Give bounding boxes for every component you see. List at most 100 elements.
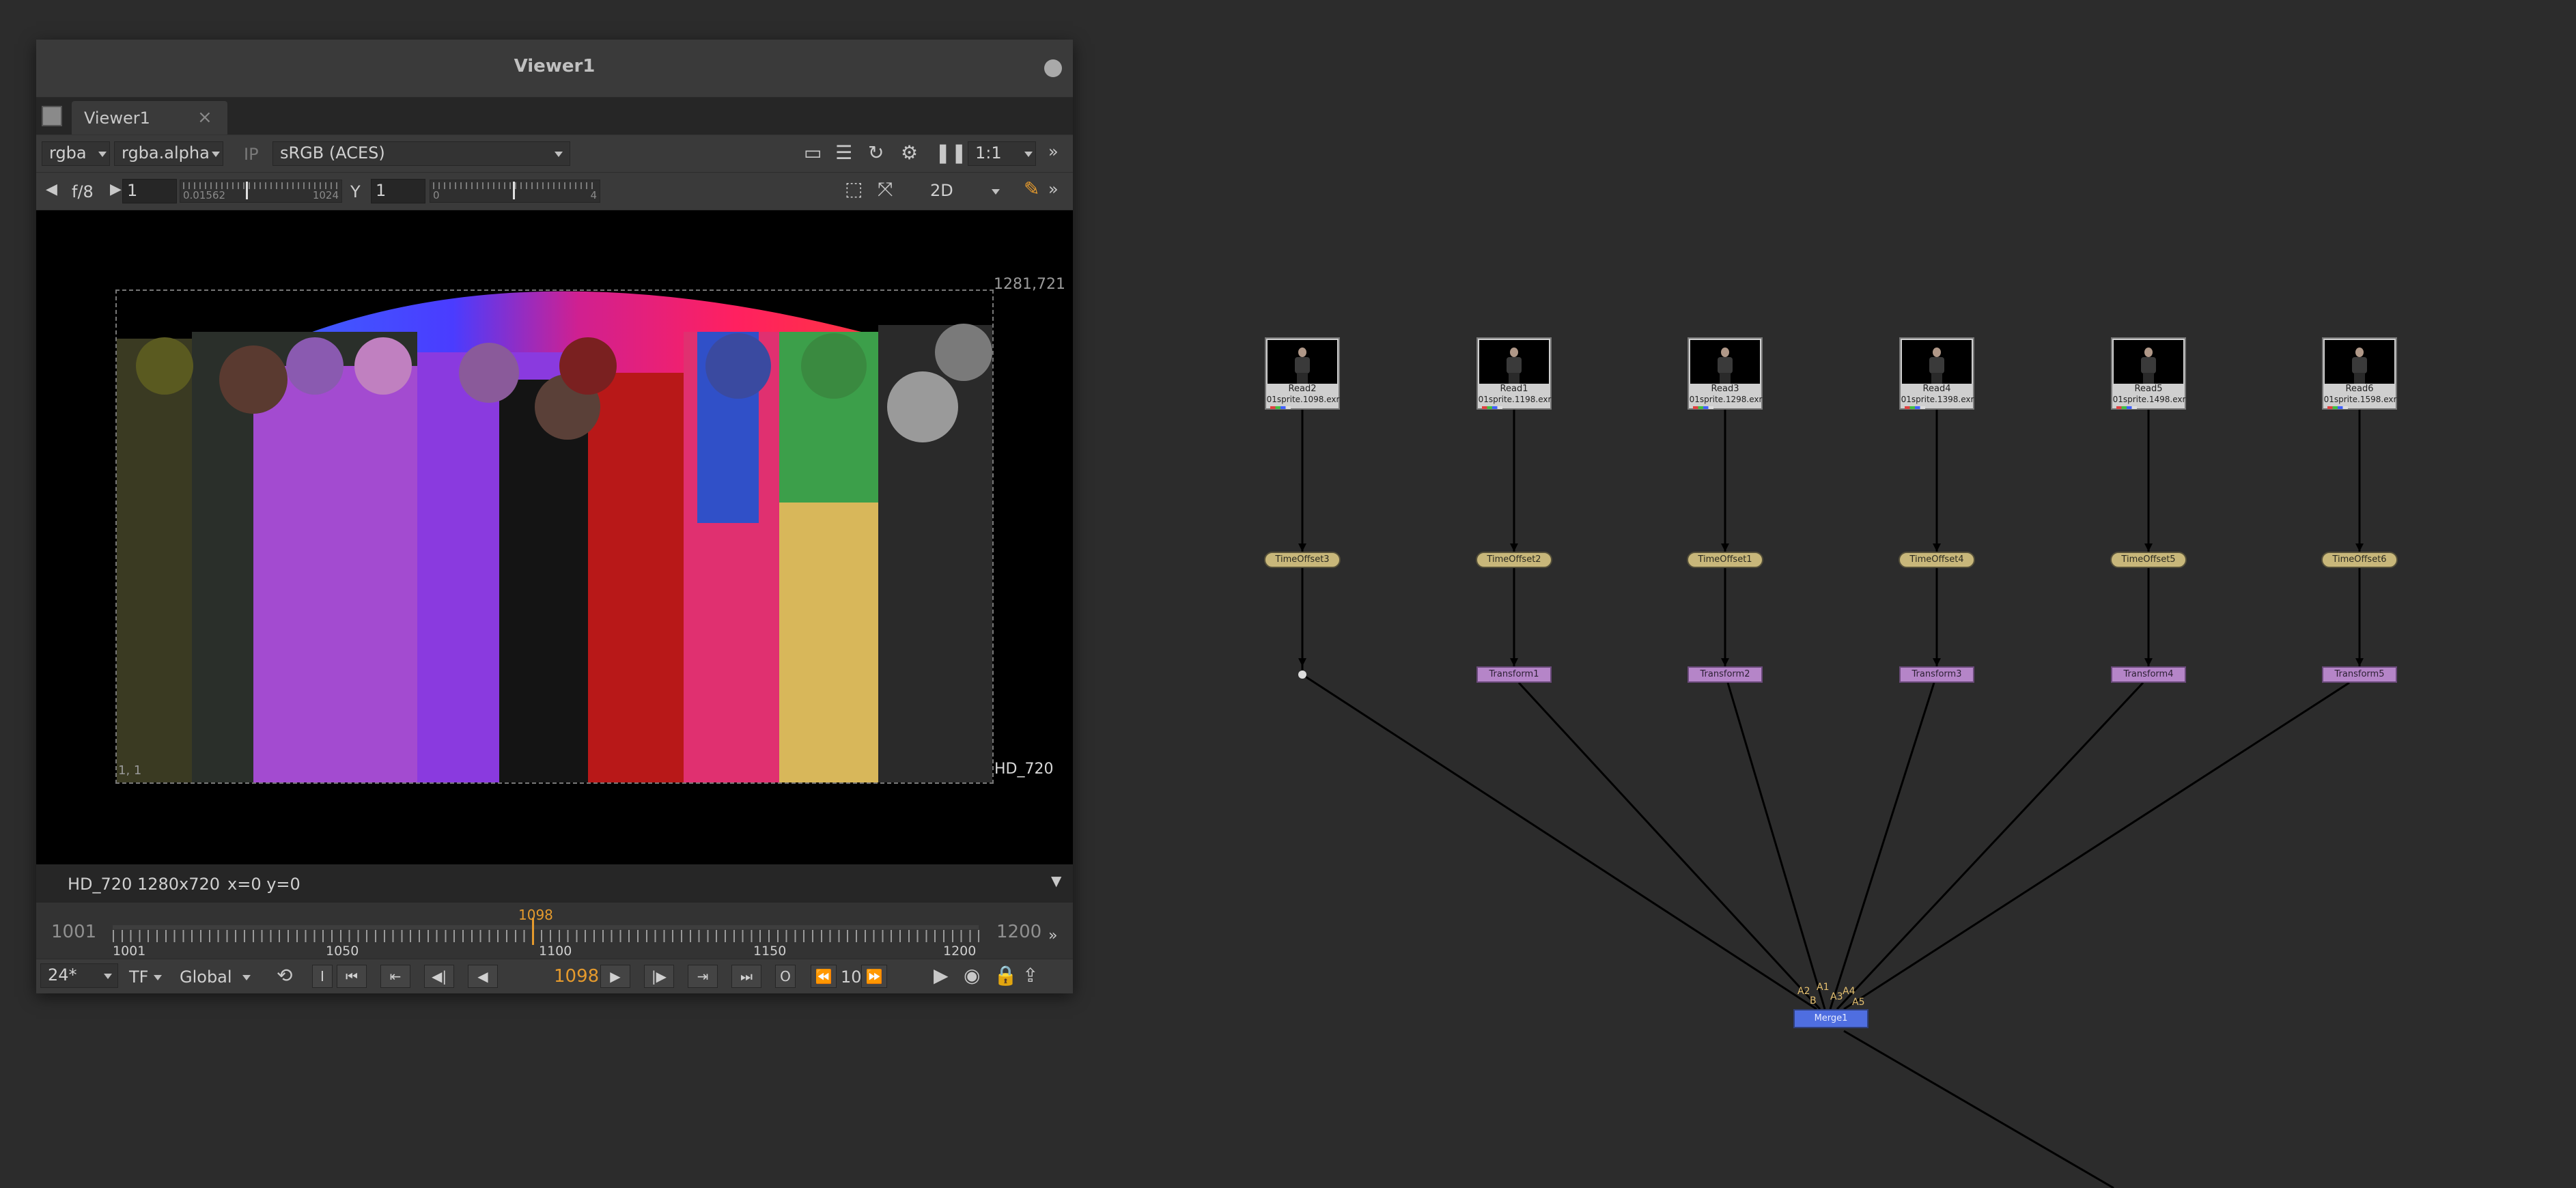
read-node-read5[interactable]: Read5 01sprite.1498.exr bbox=[2111, 337, 2186, 410]
channel-indicator bbox=[2116, 406, 2137, 409]
node-file: 01sprite.1198.exr bbox=[1478, 395, 1552, 404]
timeoffset-node[interactable]: TimeOffset4 bbox=[1899, 552, 1975, 568]
play-forward-button[interactable]: ▶ bbox=[600, 965, 630, 988]
close-icon[interactable] bbox=[1044, 59, 1062, 77]
timeoffset-node[interactable]: TimeOffset1 bbox=[1687, 552, 1763, 568]
transform-node[interactable]: Transform5 bbox=[2322, 666, 2397, 683]
step-forward-button[interactable]: |▶ bbox=[644, 965, 674, 988]
read-node-read3[interactable]: Read3 01sprite.1298.exr bbox=[1688, 337, 1763, 410]
dot-node[interactable] bbox=[1298, 670, 1306, 679]
paint-brush-icon[interactable]: ✎ bbox=[1024, 180, 1039, 199]
viewer-titlebar[interactable]: Viewer1 bbox=[36, 40, 1073, 98]
gain-slider[interactable]: 0.01562 1024 bbox=[180, 180, 342, 203]
play-backward-button[interactable]: ◀ bbox=[468, 965, 498, 988]
flipbook-icon[interactable]: ▶ bbox=[934, 966, 949, 985]
loop-mode-icon[interactable]: ⟲ bbox=[277, 966, 292, 985]
roi-icon[interactable]: ⬚ bbox=[845, 180, 863, 199]
format-info: HD_720 1280x720 bbox=[68, 875, 221, 894]
refresh-icon[interactable]: ↻ bbox=[868, 143, 884, 162]
record-icon[interactable]: ◉ bbox=[964, 966, 980, 985]
fps-value: 24* bbox=[48, 965, 77, 985]
compare-icon[interactable]: ☰ bbox=[835, 143, 852, 162]
zoom-value: 1:1 bbox=[975, 143, 1002, 162]
expand-timeline-icon[interactable]: » bbox=[1048, 929, 1057, 944]
fps-dropdown[interactable]: 24* bbox=[40, 963, 118, 988]
viewer-canvas[interactable]: 1281,721 HD_720 1, 1 bbox=[36, 210, 1073, 864]
close-tab-icon[interactable]: × bbox=[197, 107, 212, 128]
channels-dropdown[interactable]: rgba bbox=[42, 141, 110, 166]
in-point-button[interactable]: I bbox=[312, 965, 333, 988]
read-node-read2[interactable]: Read2 01sprite.1098.exr bbox=[1265, 337, 1340, 410]
transform-node[interactable]: Transform4 bbox=[2111, 666, 2186, 683]
tab-label: Viewer1 bbox=[84, 109, 150, 128]
next-keyframe-button[interactable]: ⇥ bbox=[688, 965, 718, 988]
timeoffset-node[interactable]: TimeOffset2 bbox=[1476, 552, 1552, 568]
fstop-decrease-icon[interactable]: ◀ bbox=[46, 182, 57, 197]
gain-input[interactable]: 1 bbox=[122, 179, 177, 203]
node-thumbnail bbox=[1268, 340, 1337, 384]
zoom-dropdown[interactable]: 1:1 bbox=[968, 141, 1036, 166]
slider-ticks bbox=[183, 182, 339, 189]
gamma-slider[interactable]: 0 4 bbox=[430, 180, 600, 203]
merge-input-label: A4 bbox=[1843, 986, 1856, 997]
node-file: 01sprite.1498.exr bbox=[2112, 395, 2186, 404]
read-node-read4[interactable]: Read4 01sprite.1398.exr bbox=[1899, 337, 1974, 410]
node-file: 01sprite.1598.exr bbox=[2323, 395, 2397, 404]
pause-icon[interactable]: ❚❚ bbox=[935, 143, 967, 162]
timeline-rail[interactable] bbox=[113, 925, 979, 929]
current-frame[interactable]: 1098 bbox=[554, 966, 599, 987]
transform-node[interactable]: Transform3 bbox=[1899, 666, 1974, 683]
first-frame-button[interactable]: ⏮ bbox=[337, 965, 367, 988]
merge-node[interactable]: Merge1 bbox=[1793, 1009, 1868, 1028]
export-icon[interactable]: ⇪ bbox=[1022, 966, 1038, 985]
timeoffset-node[interactable]: TimeOffset3 bbox=[1264, 552, 1341, 568]
node-label: Read5 bbox=[2134, 384, 2163, 394]
viewer-toolbar-top: rgba rgba.alpha IP sRGB (ACES) ▭ ☰ ↻ ⚙ ❚… bbox=[36, 135, 1073, 173]
last-frame-button[interactable]: ⏭ bbox=[731, 965, 761, 988]
viewer-info-bar: HD_720 1280x720 x=0 y=0 ▼ bbox=[36, 864, 1073, 903]
info-menu-icon[interactable]: ▼ bbox=[1051, 874, 1061, 888]
transform-handles-icon[interactable]: ⤧ bbox=[878, 180, 893, 199]
timeoffset-node[interactable]: TimeOffset6 bbox=[2321, 552, 2398, 568]
prev-keyframe-button[interactable]: ⇤ bbox=[380, 965, 410, 988]
skip-forward-button[interactable]: ⏩ bbox=[861, 965, 887, 988]
tf-dropdown[interactable]: TF bbox=[129, 967, 148, 987]
merge-input-label: A5 bbox=[1852, 997, 1865, 1008]
chevron-down-icon bbox=[1024, 152, 1033, 157]
range-end[interactable]: 1200 bbox=[996, 922, 1041, 942]
expand-toolbar-icon[interactable]: » bbox=[1048, 143, 1059, 160]
transform-node[interactable]: Transform2 bbox=[1688, 666, 1763, 683]
node-file: 01sprite.1098.exr bbox=[1266, 395, 1340, 404]
pane-menu-icon[interactable] bbox=[42, 106, 62, 126]
slider-handle[interactable] bbox=[513, 182, 515, 199]
timeline[interactable]: 1001 1001 1050 1100 1150 1200 1098 1200 … bbox=[36, 903, 1073, 959]
tab-viewer1[interactable]: Viewer1 × bbox=[72, 101, 227, 135]
transform-node[interactable]: Transform1 bbox=[1476, 666, 1552, 683]
skip-back-button[interactable]: ⏪ bbox=[811, 965, 837, 988]
channel-indicator bbox=[1482, 406, 1502, 409]
alpha-channel-dropdown[interactable]: rgba.alpha bbox=[114, 141, 223, 166]
colorspace-dropdown[interactable]: sRGB (ACES) bbox=[272, 141, 570, 166]
expand-toolbar-icon[interactable]: » bbox=[1048, 181, 1059, 197]
fstop-increase-icon[interactable]: ▶ bbox=[110, 182, 122, 197]
out-point-button[interactable]: O bbox=[775, 965, 796, 988]
playback-bar: 24* TF Global ⟲ I ⏮ ⇤ ◀| ◀ 1098 ▶ |▶ ⇥ ⏭… bbox=[36, 959, 1073, 993]
step-back-button[interactable]: ◀| bbox=[424, 965, 454, 988]
lock-icon[interactable]: 🔒 bbox=[994, 966, 1018, 985]
view-mode-dropdown[interactable]: 2D bbox=[923, 179, 1006, 203]
read-node-read1[interactable]: Read1 01sprite.1198.exr bbox=[1476, 337, 1552, 410]
timeoffset-node[interactable]: TimeOffset5 bbox=[2110, 552, 2187, 568]
merge-input-label: A1 bbox=[1817, 982, 1830, 993]
skip-increment[interactable]: 10 bbox=[841, 967, 862, 987]
slider-handle[interactable] bbox=[246, 182, 248, 199]
wipe-icon[interactable]: ▭ bbox=[804, 143, 822, 162]
proxy-icon[interactable]: ⚙ bbox=[901, 143, 918, 162]
gamma-input[interactable]: 1 bbox=[371, 179, 425, 203]
scope-dropdown[interactable]: Global bbox=[180, 967, 232, 987]
input-process-toggle[interactable]: IP bbox=[244, 145, 259, 164]
read-node-read6[interactable]: Read6 01sprite.1598.exr bbox=[2322, 337, 2397, 410]
node-label: Read6 bbox=[2345, 384, 2374, 394]
node-thumbnail bbox=[1479, 340, 1549, 384]
range-start[interactable]: 1001 bbox=[51, 922, 96, 942]
node-label: Read1 bbox=[1500, 384, 1528, 394]
